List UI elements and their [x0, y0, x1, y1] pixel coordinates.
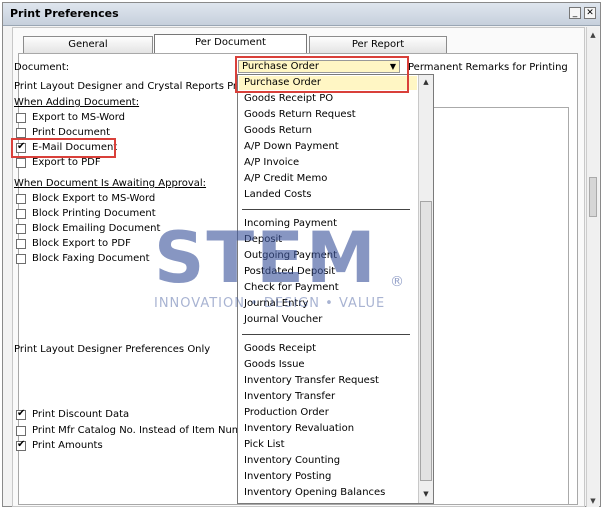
dropdown-option[interactable]: Inventory Posting: [244, 470, 331, 484]
document-dropdown-list: Purchase Order Goods Receipt PO Goods Retu…: [237, 74, 434, 504]
export-pdf-checkbox[interactable]: [16, 158, 26, 168]
awaiting-approval-label: When Document Is Awaiting Approval:: [14, 178, 207, 189]
dropdown-option[interactable]: A/P Down Payment: [244, 140, 339, 154]
dropdown-scroll-thumb[interactable]: [420, 201, 432, 481]
dropdown-option[interactable]: Goods Issue: [244, 358, 305, 372]
tab-general[interactable]: General: [23, 36, 153, 54]
block-faxing-checkbox[interactable]: [16, 254, 26, 264]
document-label: Document:: [14, 62, 70, 73]
designer-prefs-label: Print Layout Designer and Crystal Report…: [14, 81, 263, 92]
title-bar: Print Preferences _ ✕: [3, 3, 600, 26]
block-export-ms-word-label: Block Export to MS-Word: [32, 193, 156, 204]
close-icon[interactable]: ✕: [584, 7, 596, 19]
dropdown-option[interactable]: Journal Entry: [244, 297, 308, 311]
dropdown-option[interactable]: Goods Return: [244, 124, 312, 138]
block-export-pdf-checkbox[interactable]: [16, 239, 26, 249]
pld-only-label: Print Layout Designer Preferences Only: [14, 344, 211, 355]
permanent-remarks-textarea[interactable]: [430, 107, 569, 505]
dropdown-option[interactable]: Production Order: [244, 406, 329, 420]
dropdown-option[interactable]: Inventory Opening Balances: [244, 486, 385, 500]
print-discount-label: Print Discount Data: [32, 409, 130, 420]
dropdown-option[interactable]: Inventory Revaluation: [244, 422, 354, 436]
tab-per-document[interactable]: Per Document: [154, 34, 307, 54]
scrollbar-thumb[interactable]: [589, 177, 597, 217]
print-mfr-catalog-label: Print Mfr Catalog No. Instead of Item Nu…: [32, 425, 259, 436]
block-export-pdf-label: Block Export to PDF: [32, 238, 131, 249]
dropdown-option[interactable]: Deposit: [244, 233, 282, 247]
block-printing-label: Block Printing Document: [32, 208, 156, 219]
purchase-order-callout: [235, 56, 409, 93]
email-document-callout: [11, 138, 116, 158]
dropdown-option[interactable]: Inventory Transfer Request: [244, 374, 379, 388]
export-ms-word-label: Export to MS-Word: [32, 112, 126, 123]
tab-per-report[interactable]: Per Report: [309, 36, 447, 54]
dropdown-option[interactable]: Incoming Payment: [244, 217, 337, 231]
print-discount-checkbox[interactable]: [16, 408, 26, 420]
tab-general-label: General: [68, 39, 108, 50]
dropdown-scrollbar[interactable]: ▲ ▼: [418, 75, 433, 503]
dropdown-option[interactable]: A/P Invoice: [244, 156, 299, 170]
dropdown-option[interactable]: Outgoing Payment: [244, 249, 337, 263]
tab-per-report-label: Per Report: [351, 39, 405, 50]
dropdown-option[interactable]: Goods Receipt: [244, 342, 316, 356]
dropdown-option[interactable]: Pick List: [244, 438, 285, 452]
dropdown-option[interactable]: Check for Payment: [244, 281, 339, 295]
print-amounts-label: Print Amounts: [32, 440, 103, 451]
scroll-up-icon[interactable]: ▲: [419, 76, 433, 89]
scroll-up-icon[interactable]: ▲: [587, 29, 599, 41]
dropdown-option[interactable]: A/P Credit Memo: [244, 172, 327, 186]
dropdown-option[interactable]: Goods Receipt PO: [244, 92, 333, 106]
minimize-icon[interactable]: _: [569, 7, 581, 19]
dropdown-option[interactable]: Journal Voucher: [244, 313, 322, 327]
print-document-label: Print Document: [32, 127, 110, 138]
dropdown-option[interactable]: Inventory Transfer: [244, 390, 335, 404]
print-document-checkbox[interactable]: [16, 128, 26, 138]
print-amounts-checkbox[interactable]: [16, 439, 26, 451]
block-emailing-label: Block Emailing Document: [32, 223, 161, 234]
block-export-ms-word-checkbox[interactable]: [16, 194, 26, 204]
block-emailing-checkbox[interactable]: [16, 224, 26, 234]
window-title: Print Preferences: [10, 7, 119, 20]
scroll-down-icon[interactable]: ▼: [587, 495, 599, 507]
tab-per-document-label: Per Document: [195, 37, 266, 48]
permanent-remarks-label: Permanent Remarks for Printing: [408, 62, 568, 73]
dropdown-option[interactable]: Inventory Counting: [244, 454, 340, 468]
export-pdf-label: Export to PDF: [32, 157, 101, 168]
export-ms-word-checkbox[interactable]: [16, 113, 26, 123]
dropdown-option[interactable]: Landed Costs: [244, 188, 312, 202]
print-mfr-catalog-checkbox[interactable]: [16, 426, 26, 436]
dropdown-separator: [242, 334, 410, 335]
block-printing-checkbox[interactable]: [16, 209, 26, 219]
scroll-down-icon[interactable]: ▼: [419, 488, 433, 501]
dropdown-separator: [242, 209, 410, 210]
block-faxing-label: Block Faxing Document: [32, 253, 150, 264]
dropdown-option[interactable]: Postdated Deposit: [244, 265, 335, 279]
window-scrollbar[interactable]: ▲ ▼: [586, 27, 599, 507]
dropdown-option[interactable]: Goods Return Request: [244, 108, 356, 122]
when-adding-label: When Adding Document:: [14, 97, 140, 108]
